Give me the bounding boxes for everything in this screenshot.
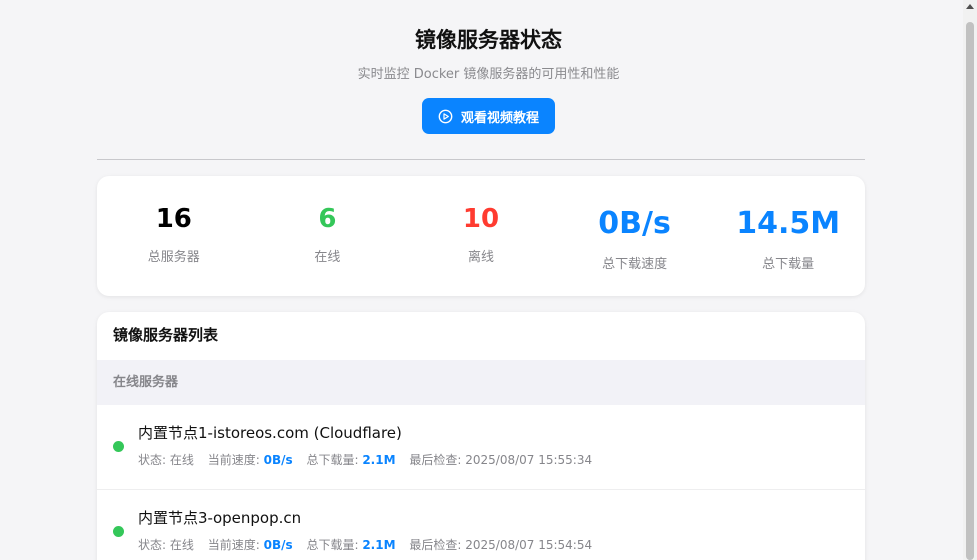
download-label: 总下载量:	[306, 453, 359, 467]
download-label: 总下载量:	[306, 538, 359, 552]
download-value: 2.1M	[362, 538, 396, 552]
online-status-dot	[113, 441, 124, 452]
server-list-card: 镜像服务器列表 在线服务器 内置节点1-istoreos.com (Cloudf…	[97, 312, 865, 560]
header-divider	[97, 159, 865, 160]
last-check-value: 2025/08/07 15:55:34	[465, 453, 593, 467]
play-circle-icon	[438, 109, 453, 123]
server-row[interactable]: 内置节点3-openpop.cn 状态: 在线 当前速度: 0B/s 总下载量:…	[97, 490, 865, 560]
watch-tutorial-label: 观看视频教程	[460, 109, 539, 125]
stat-total-download-speed: 0B/s 总下载速度	[558, 176, 712, 296]
stat-label: 在线	[314, 250, 341, 265]
scroll-up-arrow-icon[interactable]	[966, 4, 974, 9]
stat-online: 6 在线	[251, 176, 405, 296]
server-meta: 状态: 在线 当前速度: 0B/s 总下载量: 2.1M 最后检查: 2025/…	[138, 451, 602, 468]
status-label: 状态:	[138, 538, 167, 552]
server-name: 内置节点1-istoreos.com (Cloudflare)	[138, 424, 402, 442]
speed-value: 0B/s	[263, 453, 293, 467]
server-list-title: 镜像服务器列表	[113, 326, 219, 344]
page-title: 镜像服务器状态	[415, 28, 562, 52]
stat-value: 14.5M	[736, 206, 841, 241]
speed-label: 当前速度:	[207, 538, 260, 552]
vertical-scrollbar[interactable]	[963, 0, 977, 560]
server-name: 内置节点3-openpop.cn	[138, 509, 302, 527]
page: 镜像服务器状态 实时监控 Docker 镜像服务器的可用性和性能 观看视频教程 …	[0, 0, 977, 560]
status-value: 在线	[169, 538, 194, 552]
online-group-header: 在线服务器	[97, 360, 865, 405]
stats-summary: 16 总服务器 6 在线 10 离线 0B/s 总下载速度 14.5M 总下载量	[97, 176, 865, 296]
last-check-label: 最后检查:	[409, 453, 462, 467]
stat-total-download: 14.5M 总下载量	[711, 176, 865, 296]
server-meta: 状态: 在线 当前速度: 0B/s 总下载量: 2.1M 最后检查: 2025/…	[138, 536, 602, 553]
stat-value: 6	[318, 204, 337, 234]
watch-tutorial-button[interactable]: 观看视频教程	[421, 98, 555, 134]
last-check-label: 最后检查:	[409, 538, 462, 552]
online-status-dot	[113, 526, 124, 537]
status-label: 状态:	[138, 453, 167, 467]
status-value: 在线	[169, 453, 194, 467]
download-value: 2.1M	[362, 453, 396, 467]
stat-offline: 10 离线	[404, 176, 558, 296]
server-row[interactable]: 内置节点1-istoreos.com (Cloudflare) 状态: 在线 当…	[97, 405, 865, 490]
stat-label: 离线	[467, 250, 494, 265]
stat-value: 16	[155, 204, 192, 234]
last-check-value: 2025/08/07 15:54:54	[465, 538, 593, 552]
stat-value: 0B/s	[598, 206, 671, 241]
page-header: 镜像服务器状态 实时监控 Docker 镜像服务器的可用性和性能 观看视频教程	[0, 0, 977, 134]
stat-label: 总下载量	[762, 257, 815, 272]
speed-value: 0B/s	[263, 538, 293, 552]
stat-label: 总下载速度	[602, 257, 668, 272]
stat-value: 10	[462, 204, 500, 234]
stat-total-servers: 16 总服务器	[97, 176, 251, 296]
stat-label: 总服务器	[147, 250, 200, 265]
page-subtitle: 实时监控 Docker 镜像服务器的可用性和性能	[357, 67, 620, 82]
speed-label: 当前速度:	[207, 453, 260, 467]
scrollbar-thumb[interactable]	[966, 22, 974, 560]
